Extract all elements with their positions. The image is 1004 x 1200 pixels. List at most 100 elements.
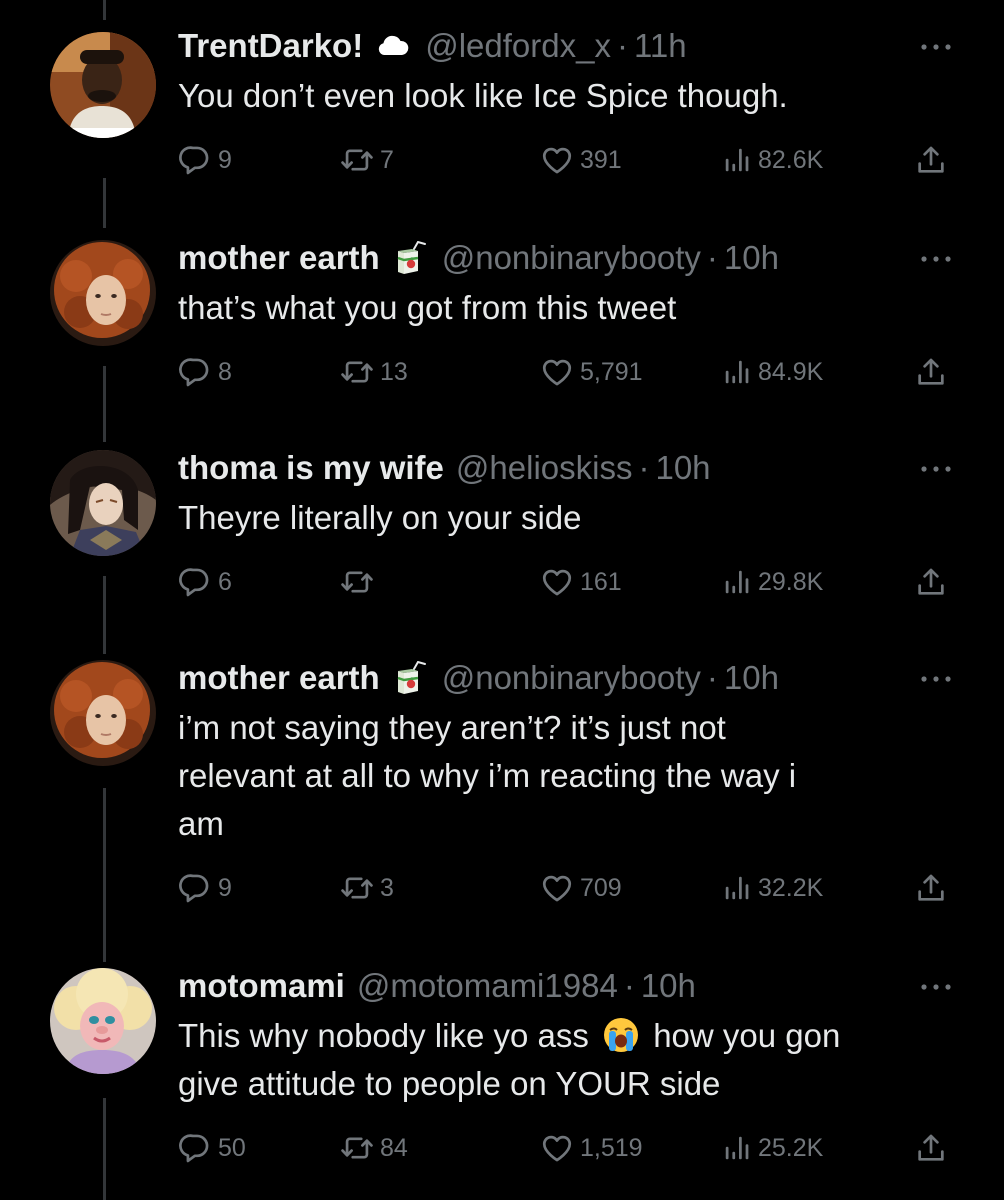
handle[interactable]: @ledfordx_x <box>425 27 611 65</box>
reply-icon <box>178 871 212 905</box>
tweet-text-line: give attitude to people on YOUR side <box>178 1065 721 1102</box>
reply-button[interactable]: 8 <box>178 352 232 392</box>
tweet-text-part: how you gon <box>653 1017 841 1054</box>
display-name[interactable]: motomami <box>178 967 345 1005</box>
tweet-header: motomami @motomami1984 · 10h <box>178 966 696 1006</box>
retweet-count: 3 <box>380 873 394 902</box>
tweet-text-line: relevant at all to why i’m reacting the … <box>178 757 797 794</box>
tweet-text-line: This why nobody like yo ass how you gon <box>178 1012 958 1060</box>
reply-count: 50 <box>218 1133 246 1162</box>
separator-dot: · <box>706 659 718 696</box>
reply-icon <box>178 143 212 177</box>
thread-line <box>103 366 106 442</box>
share-button[interactable] <box>914 1128 948 1168</box>
share-icon <box>914 355 948 389</box>
share-button[interactable] <box>914 140 948 180</box>
tweet-header: thoma is my wife @helioskiss · 10h <box>178 448 711 488</box>
more-options-icon[interactable] <box>916 40 956 54</box>
tweet-header: mother earth @nonbinarybooty · 10h <box>178 238 779 278</box>
views-button[interactable]: 29.8K <box>722 562 823 602</box>
timestamp[interactable]: 10h <box>655 449 710 487</box>
display-name[interactable]: mother earth <box>178 659 380 697</box>
timestamp[interactable]: 10h <box>724 659 779 697</box>
like-button[interactable]: 161 <box>540 562 622 602</box>
thread-line <box>103 788 106 962</box>
separator-dot: · <box>706 239 718 276</box>
view-count: 84.9K <box>758 357 824 386</box>
thread-line <box>103 178 106 228</box>
share-button[interactable] <box>914 562 948 602</box>
retweet-icon <box>340 871 374 905</box>
cloud-icon <box>375 29 411 63</box>
share-icon <box>914 143 948 177</box>
juice-box-icon <box>392 241 428 275</box>
like-button[interactable]: 391 <box>540 140 622 180</box>
avatar[interactable] <box>50 968 156 1074</box>
timestamp[interactable]: 11h <box>634 27 687 65</box>
share-button[interactable] <box>914 868 948 908</box>
retweet-icon <box>340 355 374 389</box>
retweet-button[interactable]: 13 <box>340 352 408 392</box>
like-count: 391 <box>580 145 622 174</box>
reply-button[interactable]: 6 <box>178 562 232 602</box>
more-options-icon[interactable] <box>916 252 956 266</box>
retweet-button[interactable]: 7 <box>340 140 394 180</box>
heart-icon <box>540 565 574 599</box>
avatar[interactable] <box>50 450 156 556</box>
retweet-count: 7 <box>380 145 394 174</box>
separator-dot: · <box>623 967 635 1004</box>
tweet-text: Theyre literally on your side <box>178 494 958 542</box>
action-bar: 9 3 709 32.2K <box>178 868 958 908</box>
handle[interactable]: @nonbinarybooty <box>442 659 701 697</box>
retweet-button[interactable]: 84 <box>340 1128 408 1168</box>
retweet-button[interactable]: 3 <box>340 868 394 908</box>
timestamp[interactable]: 10h <box>724 239 779 277</box>
handle[interactable]: @motomami1984 <box>357 967 618 1005</box>
more-options-icon[interactable] <box>916 672 956 686</box>
action-bar: 50 84 1,519 25.2K <box>178 1128 958 1168</box>
reply-icon <box>178 1131 212 1165</box>
views-button[interactable]: 25.2K <box>722 1128 823 1168</box>
tweet-text-line: that’s what you got from this tweet <box>178 289 677 326</box>
views-button[interactable]: 84.9K <box>722 352 823 392</box>
handle[interactable]: @nonbinarybooty <box>442 239 701 277</box>
display-name[interactable]: TrentDarko! <box>178 27 363 65</box>
views-button[interactable]: 32.2K <box>722 868 823 908</box>
view-count: 32.2K <box>758 873 824 902</box>
share-button[interactable] <box>914 352 948 392</box>
like-button[interactable]: 5,791 <box>540 352 643 392</box>
display-name[interactable]: thoma is my wife <box>178 449 444 487</box>
reply-button[interactable]: 9 <box>178 868 232 908</box>
reply-button[interactable]: 50 <box>178 1128 246 1168</box>
more-options-icon[interactable] <box>916 462 956 476</box>
more-options-icon[interactable] <box>916 980 956 994</box>
avatar[interactable] <box>50 660 156 766</box>
heart-icon <box>540 1131 574 1165</box>
retweet-button[interactable] <box>340 562 380 602</box>
separator-dot: · <box>616 27 628 64</box>
like-button[interactable]: 1,519 <box>540 1128 643 1168</box>
avatar[interactable] <box>50 32 156 138</box>
action-bar: 8 13 5,791 84.9K <box>178 352 958 392</box>
share-icon <box>914 1131 948 1165</box>
avatar[interactable] <box>50 240 156 346</box>
juice-box-icon <box>392 661 428 695</box>
like-button[interactable]: 709 <box>540 868 622 908</box>
reply-count: 6 <box>218 567 232 596</box>
views-icon <box>722 145 752 175</box>
tweet-text-line: Theyre literally on your side <box>178 499 582 536</box>
display-name[interactable]: mother earth <box>178 239 380 277</box>
timestamp[interactable]: 10h <box>641 967 696 1005</box>
separator-dot: · <box>638 449 650 486</box>
thread-line <box>103 1098 106 1200</box>
view-count: 29.8K <box>758 567 824 596</box>
reply-button[interactable]: 9 <box>178 140 232 180</box>
reply-count: 9 <box>218 873 232 902</box>
views-button[interactable]: 82.6K <box>722 140 823 180</box>
view-count: 82.6K <box>758 145 824 174</box>
reply-count: 9 <box>218 145 232 174</box>
tweet-text: i’m not saying they aren’t? it’s just no… <box>178 704 958 848</box>
handle[interactable]: @helioskiss <box>456 449 633 487</box>
tweet-header: mother earth @nonbinarybooty · 10h <box>178 658 779 698</box>
loudly-crying-face-icon <box>602 1016 640 1054</box>
